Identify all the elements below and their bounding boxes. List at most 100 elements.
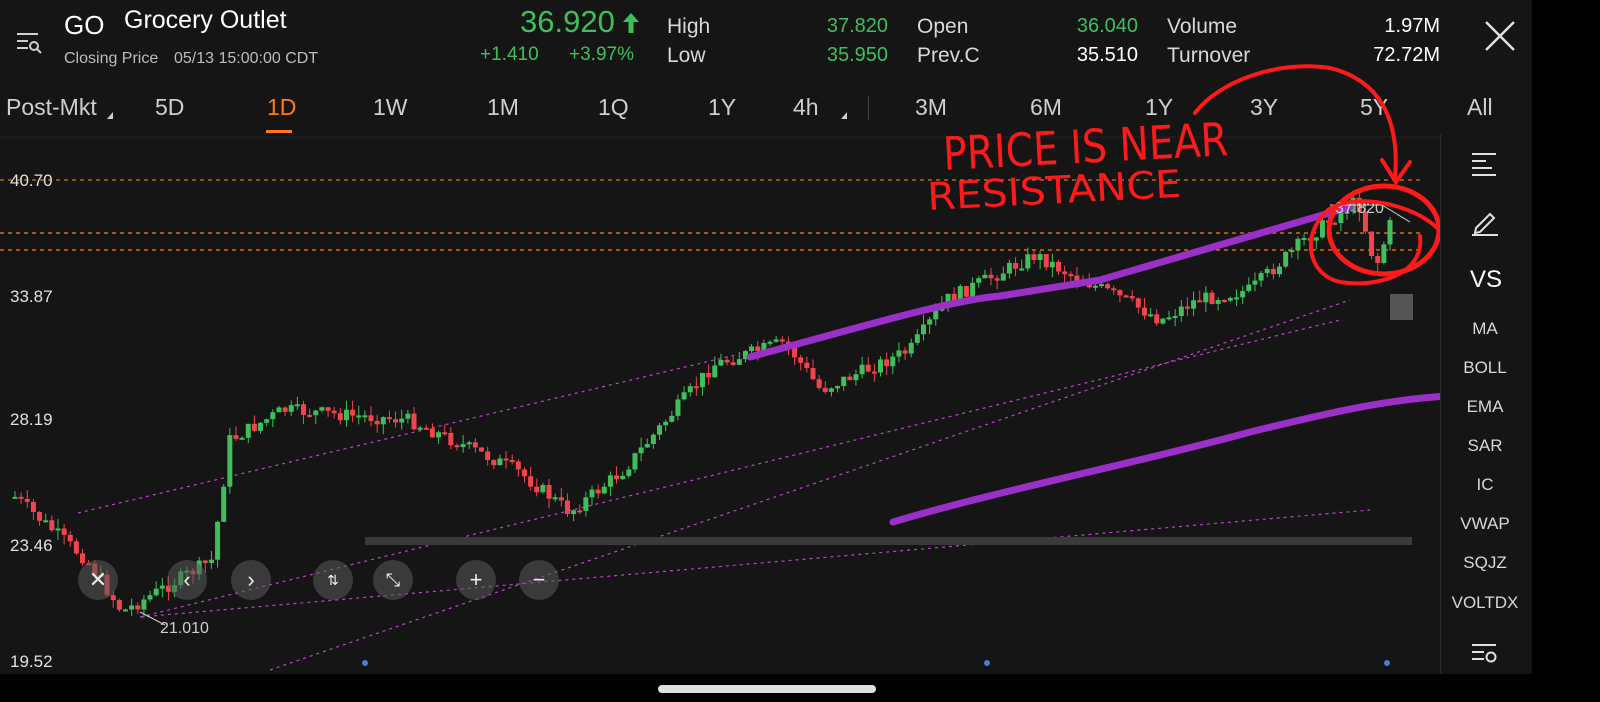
close-icon[interactable] (1482, 18, 1518, 54)
candle-body (221, 486, 227, 522)
candle-body (712, 365, 718, 378)
tab-1y[interactable]: 1Y (708, 94, 736, 121)
candle-body (607, 475, 613, 487)
price-change-pct: +3.97% (569, 44, 634, 65)
candle-body (374, 421, 380, 425)
candle-body (356, 415, 362, 418)
candle-body (847, 376, 853, 381)
high-value: 37.820 (826, 15, 888, 37)
candle-body (779, 339, 785, 342)
candle-body (208, 559, 214, 564)
candle-body (337, 413, 343, 421)
candle-body (687, 386, 693, 393)
candle-body (835, 386, 841, 389)
tab-5d[interactable]: 5D (155, 94, 184, 121)
indicator-sar[interactable]: SAR (1444, 436, 1526, 456)
scroll-right-button[interactable]: › (231, 560, 271, 600)
candle-body (798, 357, 804, 363)
candle-body (448, 432, 454, 446)
y-axis-label: 33.87 (10, 287, 53, 306)
indicator-settings-icon[interactable] (1470, 640, 1500, 673)
candle-body (528, 476, 534, 487)
candle-body (386, 417, 392, 420)
candle-body (822, 387, 828, 392)
low-marker-label: 21.010 (160, 620, 209, 637)
tab-all[interactable]: All (1467, 94, 1493, 121)
candle-body (927, 319, 933, 325)
candle-body (49, 520, 55, 531)
indicator-list-icon[interactable] (1470, 150, 1498, 181)
candle-body (552, 497, 558, 500)
indicator-sqjz[interactable]: SQJZ (1444, 553, 1526, 573)
open-value: 36.040 (1076, 15, 1138, 37)
candle-body (736, 359, 742, 365)
candle-body (675, 399, 681, 416)
candle-body (693, 386, 699, 389)
menu-icon[interactable] (14, 28, 44, 58)
candle-body (245, 423, 251, 438)
tab-4h[interactable]: 4h (793, 94, 819, 121)
candle-body (288, 405, 294, 412)
indicator-ema[interactable]: EMA (1444, 397, 1526, 417)
indicator-voltdx[interactable]: VOLTDX (1444, 593, 1526, 613)
candle-body (331, 410, 337, 414)
timeline-marker-dot (984, 660, 990, 666)
tab-1d[interactable]: 1D (267, 94, 296, 121)
candle-body (313, 410, 319, 416)
candle-body (472, 442, 478, 448)
y-axis-label: 23.46 (10, 536, 53, 555)
indicator-ma[interactable]: MA (1444, 319, 1526, 339)
candle-body (264, 419, 270, 423)
candle-body (902, 350, 908, 354)
candle-body (564, 500, 570, 515)
trend-line (269, 299, 1351, 671)
candle-body (67, 534, 73, 542)
candle-body (239, 437, 245, 440)
fit-range-button[interactable]: ⇅ (313, 560, 353, 600)
vs-button[interactable]: VS (1470, 266, 1502, 294)
candle-body (521, 469, 527, 477)
zoom-out-button[interactable]: − (519, 560, 559, 600)
tab-post-mkt[interactable]: Post-Mkt (6, 94, 97, 121)
candle-body (638, 447, 644, 454)
collapse-icon[interactable]: ⤡ (373, 560, 413, 600)
closing-label: Closing Price (64, 50, 159, 67)
tab-1q[interactable]: 1Q (598, 94, 629, 121)
tab-1w[interactable]: 1W (373, 94, 408, 121)
zoom-in-button[interactable]: + (456, 560, 496, 600)
tab-divider (868, 96, 869, 120)
tab-1m[interactable]: 1M (487, 94, 519, 121)
candle-body (80, 553, 86, 564)
close-drawing-button[interactable]: ✕ (78, 560, 118, 600)
pencil-icon[interactable] (1470, 206, 1500, 241)
indicator-boll[interactable]: BOLL (1444, 358, 1526, 378)
candle-body (319, 407, 325, 411)
candle-body (202, 560, 208, 564)
indicator-ic[interactable]: IC (1444, 475, 1526, 495)
timeline-marker-dot (1384, 660, 1390, 666)
candle-body (878, 359, 884, 373)
open-label: Open (917, 15, 969, 38)
volume-value: 1.97M (1384, 15, 1440, 37)
candle-body (724, 359, 730, 363)
candle-body (460, 444, 466, 448)
candle-body (227, 435, 233, 487)
scroll-left-button[interactable]: ‹ (167, 560, 207, 600)
candle-body (767, 341, 773, 344)
indicator-vwap[interactable]: VWAP (1444, 514, 1526, 534)
candle-body (368, 415, 374, 422)
candle-body (583, 497, 589, 511)
candle-body (706, 372, 712, 378)
candle-body (865, 364, 871, 372)
candle-body (485, 451, 491, 461)
last-price: 36.920 (520, 4, 615, 39)
volume-label: Volume (1167, 15, 1238, 38)
candle-body (301, 404, 307, 415)
candle-body (343, 409, 349, 421)
candle-body (122, 609, 128, 612)
y-axis-label: 28.19 (10, 410, 53, 429)
candle-body (429, 428, 435, 438)
candle-body (147, 595, 153, 600)
home-indicator (658, 685, 876, 693)
candle-body (43, 520, 49, 523)
